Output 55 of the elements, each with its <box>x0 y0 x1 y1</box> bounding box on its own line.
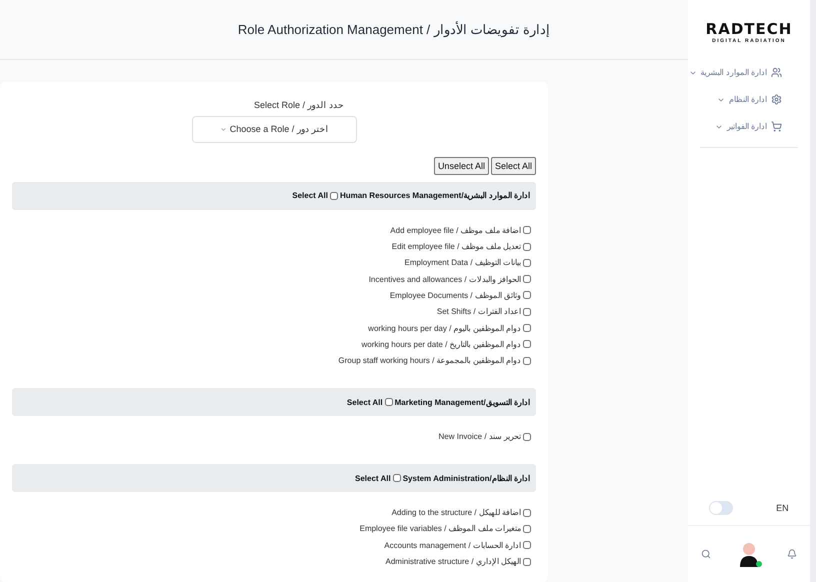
permission-checkbox[interactable] <box>523 291 531 300</box>
permission-label: Employment Data / بيانات التوظيف <box>404 258 521 268</box>
permission-checkbox[interactable] <box>523 356 531 365</box>
permission-label: Employee file variables / متغيرات ملف الموظف <box>360 524 521 534</box>
permission-checkbox[interactable] <box>523 308 531 316</box>
permission-checkbox[interactable] <box>523 541 531 550</box>
permission-label: Set Shifts / اعداد الفترات <box>436 307 521 316</box>
permission-label: New Invoice / تحرير سند <box>438 432 521 442</box>
permission-checkbox[interactable] <box>523 508 531 517</box>
theme-toggle[interactable] <box>709 501 734 515</box>
role-select[interactable]: Choose a Role / اختر دور <box>192 116 356 143</box>
select-all-label: Select All <box>346 398 383 407</box>
section-title: System Administration/ادارة النظام <box>402 474 530 483</box>
select-all-checkbox[interactable] <box>330 192 338 200</box>
select-all-checkbox[interactable] <box>392 474 401 482</box>
permission-checkbox[interactable] <box>523 226 531 234</box>
permission-label: Adding to the structure / اضافة للهيكل <box>392 508 521 518</box>
permission-checkbox[interactable] <box>523 242 531 251</box>
permission-checkbox[interactable] <box>523 258 531 267</box>
permission-label: Edit employee file / تعديل ملف موظف <box>392 242 521 252</box>
permission-checkbox[interactable] <box>523 275 531 284</box>
select-all-label: Select All <box>354 474 391 483</box>
permission-label: Incentives and allowances / الحوافز والبدلات <box>368 274 521 284</box>
nav-item[interactable]: ادارة الموارد البشرية <box>688 64 782 81</box>
permission-checkbox[interactable] <box>523 340 531 348</box>
permission-label: Add employee file / اضافة ملف موظف <box>390 226 521 235</box>
select-toggle-button[interactable]: Unselect All <box>434 156 489 175</box>
permission-checkbox[interactable] <box>523 558 531 566</box>
chevron-down-icon <box>220 126 227 133</box>
users-icon <box>771 67 782 78</box>
nav-item[interactable]: ادارة الفواتير <box>714 118 782 135</box>
permission-checkbox[interactable] <box>523 324 531 332</box>
select-all-label: Select All <box>292 191 328 200</box>
permission-label: Accounts management / ادارة الحسابات <box>384 540 521 550</box>
permission-label: Group staff working hours / دوام الموظفين بالمجموعة <box>338 356 521 366</box>
bell-icon[interactable] <box>786 549 797 559</box>
permission-label: Administrative structure / الهيكل الإداري <box>386 557 521 566</box>
language-label[interactable]: EN <box>776 503 789 513</box>
avatar[interactable] <box>738 541 760 567</box>
permission-checkbox[interactable] <box>523 524 531 533</box>
settings-icon <box>771 94 782 105</box>
permission-label: working hours per date / دوام الموظفين بالتاريخ <box>362 340 521 349</box>
permission-label: working hours per day / دوام الموظفين باليوم <box>368 324 521 333</box>
nav-item[interactable]: ادارة النظام <box>716 91 782 108</box>
select-toggle-button[interactable]: Select All <box>490 156 536 175</box>
permission-checkbox[interactable] <box>523 432 531 441</box>
permission-label: Employee Documents / وثائق الموظف <box>390 290 521 300</box>
page-title: Role Authorization Management / إدارة تفويضات الأدوار <box>238 22 550 37</box>
role-label: Select Role / حدد الدور <box>254 100 344 110</box>
logo-name: RADTECH <box>706 20 792 38</box>
cart-icon <box>771 121 782 132</box>
select-all-checkbox[interactable] <box>384 398 393 406</box>
search-icon[interactable] <box>701 549 712 559</box>
section-title: Human Resources Management/ادارة الموارد البشرية <box>340 191 530 200</box>
section-title: Marketing Management/ادارة التسويق <box>394 398 530 407</box>
